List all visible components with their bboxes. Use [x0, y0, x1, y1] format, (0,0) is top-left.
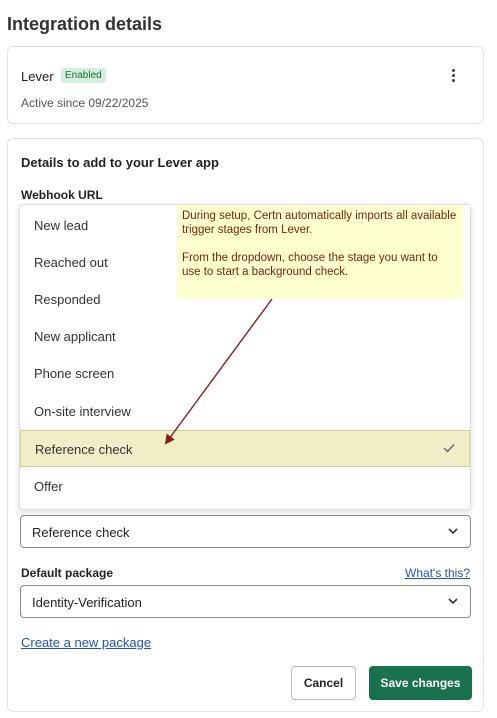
dropdown-option[interactable]: Phone screen — [20, 355, 470, 392]
annotation-paragraph-1: During setup, Certn automatically import… — [182, 210, 457, 236]
chevron-down-icon — [448, 528, 458, 535]
create-package-link[interactable]: Create a new package — [21, 635, 151, 650]
trigger-stage-select[interactable]: Reference check — [20, 515, 471, 548]
annotation-note: During setup, Certn automatically import… — [177, 205, 463, 299]
page-title: Integration details — [7, 14, 163, 34]
default-package-label: Default package — [21, 566, 114, 580]
dropdown-option-label: Reference check — [35, 442, 133, 457]
integration-name: Lever — [21, 69, 54, 84]
annotation-paragraph-2: From the dropdown, choose the stage you … — [182, 252, 438, 278]
dropdown-option[interactable]: On-site interview — [20, 393, 470, 430]
webhook-url-label: Webhook URL — [21, 188, 103, 202]
active-since-text: Active since 09/22/2025 — [21, 96, 149, 110]
cancel-button[interactable]: Cancel — [291, 666, 356, 700]
default-package-select[interactable]: Identity-Verification — [20, 585, 471, 618]
more-options-icon[interactable] — [450, 69, 456, 83]
dropdown-option-selected[interactable]: Reference check — [20, 430, 470, 467]
whats-this-link[interactable]: What's this? — [405, 566, 470, 580]
dropdown-option[interactable]: New applicant — [20, 318, 470, 355]
details-section-title: Details to add to your Lever app — [21, 155, 219, 170]
trigger-stage-value: Reference check — [32, 525, 130, 540]
default-package-value: Identity-Verification — [32, 595, 142, 610]
status-badge: Enabled — [61, 68, 106, 83]
check-icon — [443, 444, 455, 453]
chevron-down-icon — [448, 598, 458, 605]
save-changes-button[interactable]: Save changes — [369, 666, 472, 700]
dropdown-option[interactable]: Offer — [20, 468, 470, 505]
integration-summary-card: Lever Enabled Active since 09/22/2025 — [7, 46, 484, 124]
